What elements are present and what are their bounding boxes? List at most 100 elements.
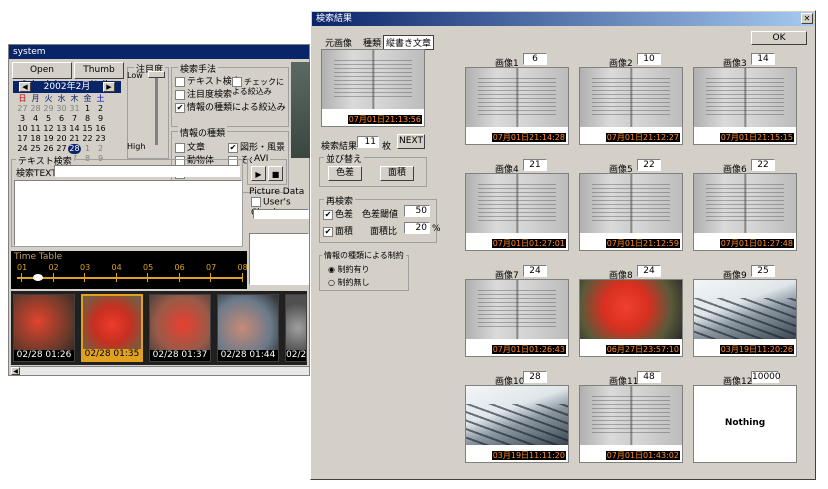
calendar-day[interactable]: 14	[68, 124, 81, 134]
color-check-option[interactable]: ✔ 色差	[323, 207, 353, 220]
filter-checkbox[interactable]	[232, 77, 242, 87]
calendar-day[interactable]: 18	[29, 134, 42, 144]
calendar-day[interactable]: 27	[16, 104, 29, 114]
attention-slider-thumb[interactable]	[148, 71, 165, 78]
film-scrollbar[interactable]: ◀	[11, 366, 309, 375]
restrict-off-option[interactable]: ○ 制約無し	[328, 277, 370, 288]
search-text-input[interactable]	[54, 165, 240, 177]
film-frame[interactable]: 02/28 01:35	[81, 294, 143, 362]
area-checkbox[interactable]: ✔	[323, 226, 333, 237]
calendar-day[interactable]: 11	[29, 124, 42, 134]
calendar-day[interactable]: 16	[94, 124, 107, 134]
calendar-day[interactable]: 9	[94, 114, 107, 124]
result-image-thumbnail[interactable]: 07月01日21:12:59	[579, 173, 683, 251]
search-infotype-option[interactable]: ✔ 情報の種類による絞込み	[175, 100, 286, 113]
search-attention-option[interactable]: 注目度検索	[175, 87, 232, 100]
result-count-field[interactable]: 11	[357, 136, 379, 148]
calendar-day[interactable]: 7	[68, 114, 81, 124]
figure-type-checkbox[interactable]: ✔	[228, 142, 238, 153]
calendar-day[interactable]: 25	[29, 144, 42, 154]
calendar-day[interactable]: 17	[16, 134, 29, 144]
restrict-on-radio[interactable]: ◉	[328, 265, 338, 274]
scroll-left-button[interactable]: ◀	[11, 367, 20, 375]
sort-area-button[interactable]: 面積	[380, 166, 414, 181]
calendar-day[interactable]: 3	[16, 114, 29, 124]
calendar-day[interactable]: 12	[42, 124, 55, 134]
calendar-day[interactable]: 10	[16, 124, 29, 134]
calendar-day[interactable]: 27	[55, 144, 68, 154]
result-image-thumbnail[interactable]: 06月27日23:57:10	[579, 279, 683, 357]
calendar-day[interactable]: 22	[81, 134, 94, 144]
picture-data-area[interactable]	[249, 233, 309, 285]
open-schedule-button[interactable]: Open Schedule	[12, 62, 72, 90]
sort-color-button[interactable]: 色差	[328, 166, 362, 181]
calendar-day[interactable]: 15	[81, 124, 94, 134]
result-image-thumbnail[interactable]: 03月19日11:20:26	[693, 279, 797, 357]
text-search-checkbox[interactable]	[175, 76, 185, 87]
calendar-day[interactable]: 28	[29, 104, 42, 114]
calendar-day[interactable]: 26	[42, 144, 55, 154]
calendar-day[interactable]: 21	[68, 134, 81, 144]
original-image[interactable]: 07月01日21:13:56	[321, 49, 425, 127]
area-ratio-input[interactable]: 20	[404, 222, 430, 234]
filter-check-option[interactable]: チェックによる絞込み	[232, 77, 287, 96]
next-month-button[interactable]: ▶	[103, 82, 115, 92]
info-type-text[interactable]: 文章	[175, 140, 205, 153]
film-frame[interactable]: 02/28	[285, 294, 307, 362]
users-check-checkbox[interactable]	[251, 197, 261, 207]
calendar-day[interactable]: 6	[55, 114, 68, 124]
tab-vertical-text[interactable]: 縦書き文章	[383, 35, 435, 50]
calendar-day[interactable]: 13	[55, 124, 68, 134]
next-button[interactable]: NEXT	[397, 134, 425, 149]
result-image-thumbnail[interactable]: 07月01日21:14:28	[465, 67, 569, 145]
text-type-checkbox[interactable]	[175, 142, 185, 153]
play-button[interactable]: ▶	[251, 166, 266, 181]
calendar-day[interactable]: 30	[55, 104, 68, 114]
restrict-off-radio[interactable]: ○	[328, 278, 338, 287]
ok-button[interactable]: OK	[751, 31, 807, 45]
close-button[interactable]: ✕	[801, 13, 813, 24]
calendar-day[interactable]: 2	[94, 144, 107, 154]
result-image-thumbnail[interactable]: 07月01日01:27:48	[693, 173, 797, 251]
result-image-thumbnail[interactable]: 07月01日01:43:02	[579, 385, 683, 463]
text-search-result-area[interactable]	[14, 180, 242, 246]
film-frame[interactable]: 02/28 01:26	[13, 294, 75, 362]
calendar-day[interactable]: 1	[81, 144, 94, 154]
result-image-thumbnail[interactable]: 03月19日11:11:20	[465, 385, 569, 463]
calendar-day[interactable]: 31	[68, 104, 81, 114]
infotype-search-checkbox[interactable]: ✔	[175, 102, 185, 113]
tab-original[interactable]: 元画像	[325, 36, 352, 49]
search-text-option[interactable]: テキスト検索	[175, 74, 241, 87]
result-image-thumbnail[interactable]: 07月01日21:12:27	[579, 67, 683, 145]
system-titlebar[interactable]: system	[9, 45, 309, 59]
timetable-cursor[interactable]	[33, 274, 43, 281]
film-frame[interactable]: 02/28 01:37	[149, 294, 211, 362]
calendar-day[interactable]: 1	[81, 104, 94, 114]
calendar-day[interactable]: 20	[55, 134, 68, 144]
restrict-on-option[interactable]: ◉ 制約有り	[328, 264, 370, 275]
calendar-day[interactable]: 5	[42, 114, 55, 124]
calendar-day[interactable]: 23	[94, 134, 107, 144]
calendar-day[interactable]: 8	[81, 114, 94, 124]
calendar-day[interactable]: 4	[29, 114, 42, 124]
attention-search-checkbox[interactable]	[175, 89, 185, 100]
result-image-thumbnail[interactable]: Nothing	[693, 385, 797, 463]
tab-type[interactable]: 種類	[363, 36, 381, 49]
calendar-day[interactable]: 24	[16, 144, 29, 154]
calendar-day[interactable]: 2	[94, 104, 107, 114]
thumb-nail-button[interactable]: Thumb Nail	[74, 62, 124, 90]
prev-month-button[interactable]: ◀	[19, 82, 31, 92]
calendar-day[interactable]: 19	[42, 134, 55, 144]
stop-button[interactable]: ■	[268, 166, 283, 181]
info-type-figure[interactable]: ✔ 図形・風景	[228, 140, 285, 153]
calendar-day[interactable]: 28	[68, 144, 81, 154]
result-image-thumbnail[interactable]: 07月01日21:15:15	[693, 67, 797, 145]
color-checkbox[interactable]: ✔	[323, 209, 333, 220]
attention-slider-track[interactable]	[155, 75, 158, 145]
calendar-day[interactable]: 29	[42, 104, 55, 114]
results-titlebar[interactable]: 検索結果	[312, 12, 814, 26]
color-thresh-input[interactable]: 50	[404, 205, 430, 217]
area-check-option[interactable]: ✔ 面積	[323, 224, 353, 237]
picture-data-field[interactable]	[253, 209, 309, 219]
film-frame[interactable]: 02/28 01:44	[217, 294, 279, 362]
